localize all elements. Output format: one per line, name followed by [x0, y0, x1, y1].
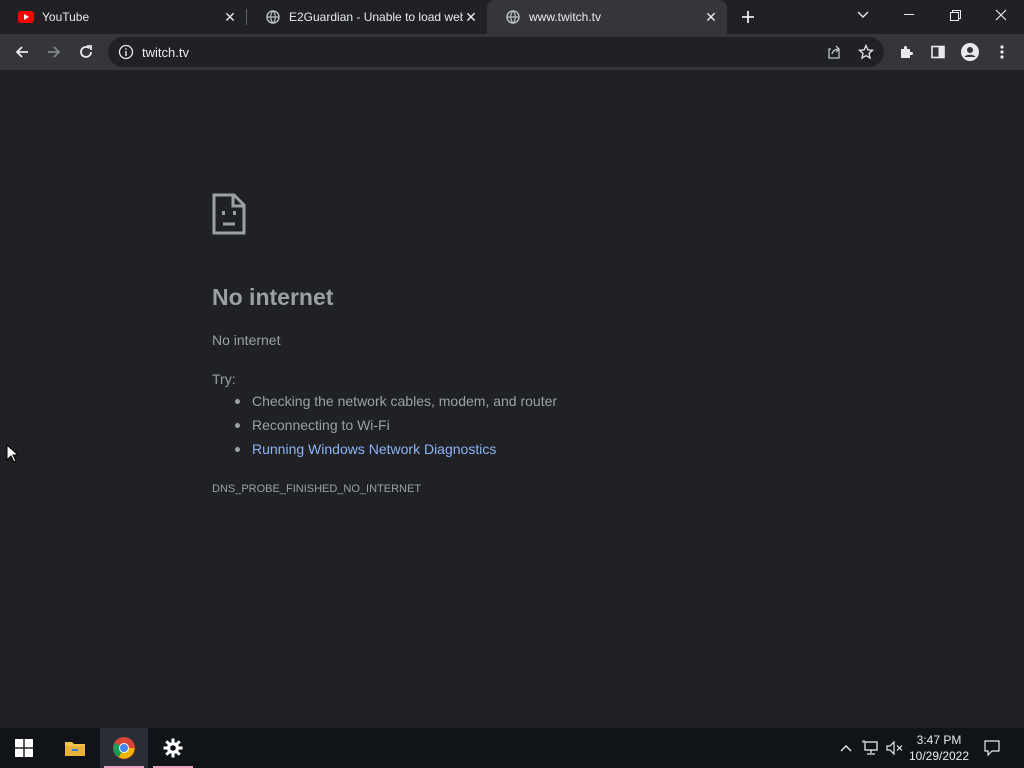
minimize-button[interactable]	[886, 0, 932, 30]
share-icon[interactable]	[822, 40, 846, 64]
volume-muted-icon[interactable]	[884, 728, 906, 768]
sad-page-icon	[212, 193, 246, 235]
close-icon[interactable]: ✕	[703, 9, 719, 25]
extensions-icon[interactable]	[892, 38, 920, 66]
tab-search-button[interactable]	[840, 0, 886, 30]
list-item: Reconnecting to Wi-Fi	[232, 416, 557, 440]
error-code: DNS_PROBE_FINISHED_NO_INTERNET	[212, 483, 422, 495]
network-diagnostics-link[interactable]: Running Windows Network Diagnostics	[232, 440, 557, 464]
start-button[interactable]	[0, 728, 48, 768]
tab-title: YouTube	[42, 10, 90, 24]
mouse-cursor-icon	[6, 443, 20, 464]
tab-strip: YouTube ✕ E2Guardian - Unable to load we…	[0, 0, 1024, 34]
tab-youtube[interactable]: YouTube ✕	[0, 0, 246, 34]
suggestions-list: Checking the network cables, modem, and …	[232, 392, 557, 464]
profile-avatar-icon[interactable]	[956, 38, 984, 66]
close-icon[interactable]: ✕	[222, 9, 238, 25]
tab-twitch[interactable]: www.twitch.tv ✕	[487, 0, 727, 34]
taskbar-clock[interactable]: 3:47 PM 10/29/2022	[906, 732, 972, 764]
globe-icon	[505, 9, 521, 25]
forward-button[interactable]	[40, 38, 68, 66]
globe-icon	[265, 9, 281, 25]
back-button[interactable]	[8, 38, 36, 66]
bookmark-star-icon[interactable]	[854, 40, 878, 64]
chrome-taskbar-icon[interactable]	[100, 728, 148, 768]
clock-time: 3:47 PM	[916, 733, 962, 747]
file-explorer-icon[interactable]	[51, 728, 99, 768]
url-text[interactable]: twitch.tv	[142, 45, 189, 60]
side-panel-icon[interactable]	[924, 38, 952, 66]
try-label: Try:	[212, 371, 236, 387]
tab-title: www.twitch.tv	[529, 10, 602, 24]
clock-date: 10/29/2022	[908, 749, 970, 763]
browser-toolbar: twitch.tv	[0, 34, 1024, 70]
tab-title: E2Guardian - Unable to load web	[289, 10, 463, 24]
notifications-icon[interactable]	[980, 728, 1004, 768]
restore-button[interactable]	[932, 0, 978, 30]
list-item: Checking the network cables, modem, and …	[232, 392, 557, 416]
youtube-icon	[18, 9, 34, 25]
error-page: No internet No internet Try: Checking th…	[0, 70, 1024, 728]
address-bar[interactable]: twitch.tv	[108, 37, 884, 67]
error-title: No internet	[212, 284, 334, 310]
close-window-button[interactable]	[978, 0, 1024, 30]
more-menu-icon[interactable]	[988, 38, 1016, 66]
taskbar: 3:47 PM 10/29/2022	[0, 728, 1024, 768]
error-subtitle: No internet	[212, 332, 281, 348]
reload-button[interactable]	[72, 38, 100, 66]
network-icon[interactable]	[860, 728, 882, 768]
new-tab-button[interactable]	[736, 5, 760, 29]
tab-e2guardian[interactable]: E2Guardian - Unable to load web ✕	[247, 0, 487, 34]
settings-gear-icon[interactable]	[149, 728, 197, 768]
show-hidden-icons-chevron-up-icon[interactable]	[836, 728, 856, 768]
info-icon[interactable]	[118, 44, 134, 60]
close-icon[interactable]: ✕	[463, 9, 479, 25]
